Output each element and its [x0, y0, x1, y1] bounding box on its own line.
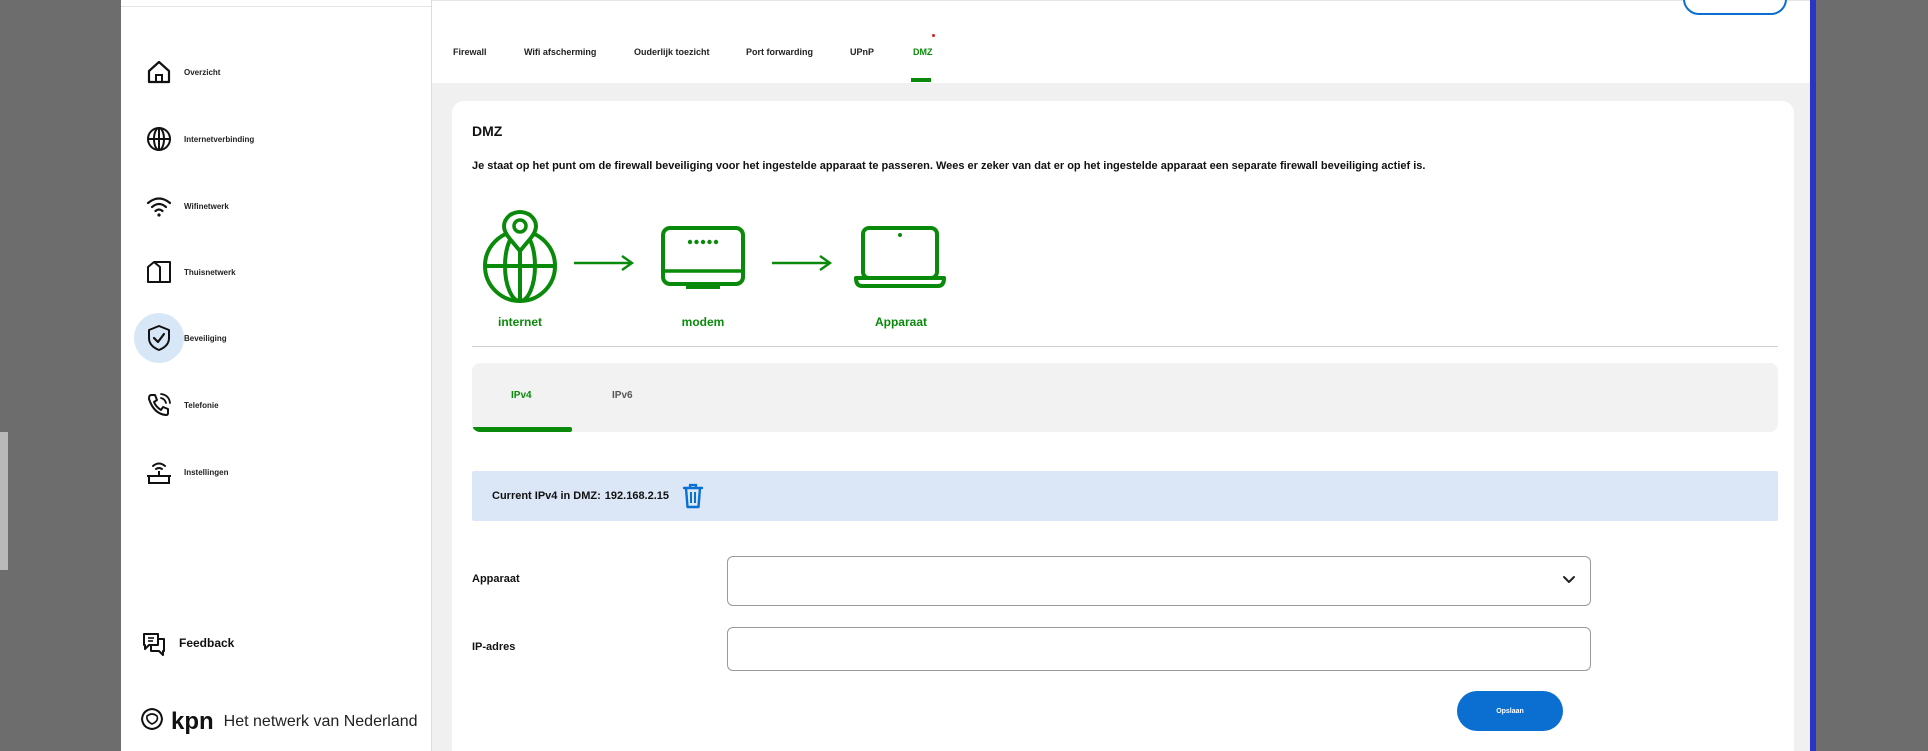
tab-upnp[interactable]: UPnP [850, 47, 874, 57]
diagram-internet-label: internet [497, 315, 542, 329]
diagram-modem-label: modem [681, 315, 725, 329]
kpn-logo-text: kpn [171, 707, 214, 735]
dmz-diagram: internet modem Apparaat [452, 201, 1052, 341]
feedback-link[interactable]: Feedback [139, 628, 234, 658]
globe-icon [134, 114, 184, 164]
tab-wifi-afscherming[interactable]: Wifi afscherming [524, 47, 596, 57]
active-tab-indicator [911, 78, 931, 82]
divider [472, 346, 1778, 347]
arrow-right-icon [772, 255, 833, 271]
dmz-card: DMZ Je staat op het punt om de firewall … [452, 101, 1794, 751]
phone-icon [134, 380, 184, 430]
sidebar-item-label: Internetverbinding [184, 134, 255, 144]
current-dmz-ip: 192.168.2.15 [604, 490, 670, 502]
tab-ouderlijk-toezicht[interactable]: Ouderlijk toezicht [634, 47, 710, 57]
card-title: DMZ [472, 123, 503, 139]
arrow-right-icon [574, 255, 635, 271]
sidebar-item-label: Beveiliging [184, 333, 227, 343]
modem-icon [661, 226, 745, 289]
card-description: Je staat op het punt om de firewall beve… [472, 160, 1426, 172]
tab-dmz[interactable]: DMZ [913, 47, 933, 57]
sidebar-item-label: Wifinetwerk [184, 201, 229, 211]
tab-firewall[interactable]: Firewall [453, 47, 487, 57]
device-field-label: Apparaat [472, 573, 520, 585]
globe-pin-icon [483, 210, 557, 303]
sidebar-item-overzicht[interactable]: Overzicht [134, 47, 414, 97]
sidebar-item-label: Overzicht [184, 67, 221, 77]
section-tabs: Firewall Wifi afscherming Ouderlijk toez… [432, 0, 1810, 83]
sidebar-item-label: Thuisnetwerk [184, 267, 236, 277]
tab-ipv4[interactable]: IPv4 [511, 390, 532, 401]
sidebar-item-internetverbinding[interactable]: Internetverbinding [134, 114, 414, 164]
current-dmz-label: Current IPv4 in DMZ: [492, 490, 601, 502]
ip-address-input[interactable] [727, 627, 1591, 671]
feedback-label: Feedback [179, 636, 235, 650]
current-dmz-banner: Current IPv4 in DMZ: 192.168.2.15 [472, 471, 1778, 521]
sidebar-top-rule [121, 0, 431, 7]
notification-dot [932, 34, 935, 37]
sidebar-item-telefonie[interactable]: Telefonie [134, 380, 414, 430]
home-icon [134, 47, 184, 97]
router-settings-icon [134, 447, 184, 497]
tab-port-forwarding[interactable]: Port forwarding [746, 47, 813, 57]
right-gutter [1816, 0, 1928, 751]
wifi-icon [134, 181, 184, 231]
left-gutter [0, 0, 121, 751]
sidebar-item-instellingen[interactable]: Instellingen [134, 447, 414, 497]
sidebar-item-label: Telefonie [184, 400, 219, 410]
brand: kpn Het netwerk van Nederland [139, 706, 418, 737]
sidebar-item-label: Instellingen [184, 467, 229, 477]
router-app: Overzicht Internetverbinding Wifinetwerk… [121, 0, 1810, 751]
sidebar-item-wifinetwerk[interactable]: Wifinetwerk [134, 181, 414, 231]
sidebar-item-beveiliging[interactable]: Beveiliging [134, 313, 414, 363]
laptop-icon [854, 226, 946, 288]
kpn-logo-icon [139, 706, 165, 737]
feedback-icon [143, 633, 165, 656]
trash-icon[interactable] [681, 482, 705, 510]
ip-tab-indicator [472, 427, 572, 432]
ip-field-label: IP-adres [472, 641, 516, 653]
home-network-icon [134, 247, 184, 297]
ip-version-tabs: IPv4 IPv6 [472, 363, 1778, 432]
scroll-edge [0, 432, 8, 570]
shield-check-icon [134, 313, 184, 363]
top-right-button[interactable] [1683, 0, 1787, 15]
chevron-down-icon [1563, 576, 1575, 583]
main-content: Firewall Wifi afscherming Ouderlijk toez… [432, 0, 1810, 751]
tab-ipv6[interactable]: IPv6 [612, 390, 633, 401]
device-select[interactable] [727, 556, 1591, 606]
sidebar: Overzicht Internetverbinding Wifinetwerk… [121, 0, 432, 751]
sidebar-item-thuisnetwerk[interactable]: Thuisnetwerk [134, 247, 414, 297]
save-button[interactable]: Opslaan [1457, 691, 1563, 731]
brand-tagline: Het netwerk van Nederland [223, 712, 418, 730]
diagram-device-label: Apparaat [874, 315, 927, 329]
